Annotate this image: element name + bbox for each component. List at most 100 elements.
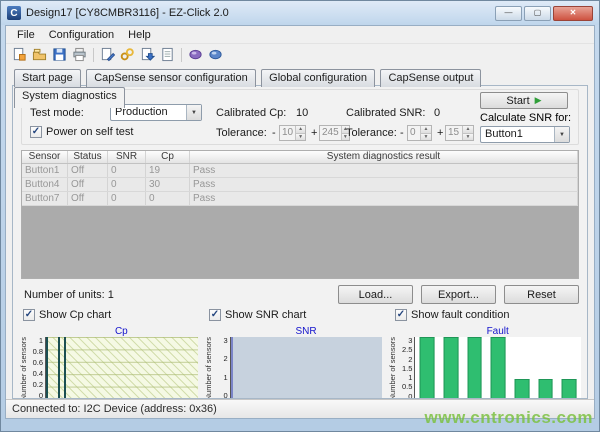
cp-tolerance-label: Tolerance:	[216, 127, 267, 139]
chart-bar	[562, 379, 577, 399]
chevron-down-icon[interactable]: ▼	[554, 127, 569, 142]
cp-chart-plot	[45, 337, 198, 399]
start-button[interactable]: Start ▶	[480, 92, 568, 109]
y-tick-label: 0	[224, 392, 228, 399]
calibrated-snr-label: Calibrated SNR:	[346, 107, 425, 119]
y-tick-label: 1	[39, 337, 43, 345]
table-row[interactable]: Button4 Off 0 30 Pass	[22, 178, 578, 192]
col-header-snr: SNR	[108, 151, 146, 163]
tab-capsense-output[interactable]: CapSense output	[380, 69, 481, 87]
play-icon: ▶	[535, 95, 542, 106]
close-button[interactable]: ✕	[553, 6, 593, 21]
menu-configuration[interactable]: Configuration	[42, 28, 121, 42]
cp-tolerance-plus: +	[311, 127, 317, 139]
spin-up-icon[interactable]: ▲	[421, 126, 431, 134]
cp-tolerance-high-value: 245	[320, 126, 341, 140]
program-device-icon[interactable]	[139, 46, 156, 63]
spin-down-icon[interactable]: ▼	[296, 134, 305, 141]
start-button-label: Start	[506, 95, 529, 107]
snr-tolerance-minus: -	[400, 127, 404, 139]
cell-cp: 19	[146, 164, 190, 177]
tab-start-page[interactable]: Start page	[14, 69, 81, 87]
cell-status: Off	[68, 192, 108, 205]
table-header-row: Sensor Status SNR Cp System diagnostics …	[22, 151, 578, 164]
window-title: Design17 [CY8CMBR3116] - EZ-Click 2.0	[26, 7, 229, 19]
export-button[interactable]: Export...	[421, 285, 496, 304]
connection-status: Connected to: I2C Device (address: 0x36)	[12, 403, 217, 415]
y-tick-label: 0	[408, 393, 412, 399]
watermark: www.cntronics.com	[425, 408, 593, 428]
menu-file[interactable]: File	[10, 28, 42, 42]
spin-up-icon[interactable]: ▲	[463, 126, 473, 134]
snr-chart-plot	[230, 337, 383, 399]
cell-sensor: Button7	[22, 192, 68, 205]
table-row[interactable]: Button7 Off 0 0 Pass	[22, 192, 578, 206]
app-icon[interactable]: C	[7, 6, 21, 20]
y-tick-label: 1	[408, 374, 412, 382]
chevron-down-icon[interactable]: ▼	[186, 105, 201, 120]
window-controls: — ▢ ✕	[493, 6, 593, 21]
show-fault-condition-label: Show fault condition	[411, 309, 509, 321]
snr-chart-ylabel: Number of sensors	[204, 337, 213, 399]
save-icon[interactable]	[51, 46, 68, 63]
checkbox-check-icon[interactable]: ✓	[23, 309, 35, 321]
generate-report-icon[interactable]	[159, 46, 176, 63]
y-tick-label: 3	[224, 337, 228, 345]
y-tick-label: 3	[408, 337, 412, 345]
print-icon[interactable]	[71, 46, 88, 63]
table-row[interactable]: Button1 Off 0 19 Pass	[22, 164, 578, 178]
chart-bar	[514, 379, 529, 399]
y-tick-label: 0	[39, 392, 43, 399]
toolbar-separator	[181, 48, 182, 62]
snr-tolerance-high-spinner[interactable]: 15 ▲▼	[445, 125, 474, 141]
y-tick-label: 0.8	[33, 348, 43, 356]
open-project-icon[interactable]	[31, 46, 48, 63]
spin-down-icon[interactable]: ▼	[463, 134, 473, 141]
show-snr-chart-checkbox[interactable]: ✓ Show SNR chart	[209, 309, 306, 321]
cp-chart-yticks: 10.80.60.40.20	[28, 337, 45, 399]
chart-bar	[58, 337, 60, 399]
spin-up-icon[interactable]: ▲	[296, 126, 305, 134]
help-icon[interactable]	[207, 46, 224, 63]
checkbox-check-icon[interactable]: ✓	[30, 126, 42, 138]
tab-global-configuration[interactable]: Global configuration	[261, 69, 375, 87]
y-tick-label: 1	[224, 374, 228, 382]
show-fault-condition-checkbox[interactable]: ✓ Show fault condition	[395, 309, 509, 321]
checkbox-check-icon[interactable]: ✓	[209, 309, 221, 321]
fault-chart-plot	[414, 337, 581, 399]
tab-system-diagnostics[interactable]: System diagnostics	[14, 87, 125, 108]
reset-button[interactable]: Reset	[504, 285, 579, 304]
snr-tolerance-low-spinner[interactable]: 0 ▲▼	[407, 125, 432, 141]
cell-snr: 0	[108, 192, 146, 205]
save-as-icon[interactable]	[99, 46, 116, 63]
col-header-result: System diagnostics result	[190, 151, 578, 163]
cp-tolerance-low-spinner[interactable]: 10 ▲▼	[279, 125, 306, 141]
diagnostics-table: Sensor Status SNR Cp System diagnostics …	[21, 150, 579, 279]
toolbar-separator	[93, 48, 94, 62]
col-header-status: Status	[68, 151, 108, 163]
number-of-units-label: Number of units: 1	[24, 289, 114, 301]
y-tick-label: 0.2	[33, 381, 43, 389]
snr-tolerance-low-value: 0	[408, 126, 420, 140]
new-project-icon[interactable]	[11, 46, 28, 63]
cp-chart: Cp Number of sensors 10.80.60.40.20 0501…	[19, 326, 198, 399]
calculate-snr-for-dropdown[interactable]: Button1 ▼	[480, 126, 570, 143]
snr-chart: SNR Number of sensors 3210 02468101214 S…	[204, 326, 383, 399]
tab-capsense-sensor-configuration[interactable]: CapSense sensor configuration	[86, 69, 255, 87]
load-button[interactable]: Load...	[338, 285, 413, 304]
chart-bar	[46, 337, 48, 399]
checkbox-check-icon[interactable]: ✓	[395, 309, 407, 321]
cp-chart-ylabel: Number of sensors	[19, 337, 28, 399]
minimize-button[interactable]: —	[495, 6, 522, 21]
power-on-self-test-checkbox[interactable]: ✓ Power on self test	[30, 126, 133, 138]
title-bar: C Design17 [CY8CMBR3116] - EZ-Click 2.0 …	[1, 1, 599, 25]
about-icon[interactable]	[187, 46, 204, 63]
menu-help[interactable]: Help	[121, 28, 158, 42]
fault-chart-title: Fault	[414, 326, 581, 337]
maximize-button[interactable]: ▢	[524, 6, 551, 21]
spin-down-icon[interactable]: ▼	[421, 134, 431, 141]
connect-device-icon[interactable]	[119, 46, 136, 63]
col-header-sensor: Sensor	[22, 151, 68, 163]
show-cp-chart-checkbox[interactable]: ✓ Show Cp chart	[23, 309, 111, 321]
snr-tolerance-plus: +	[437, 127, 443, 139]
